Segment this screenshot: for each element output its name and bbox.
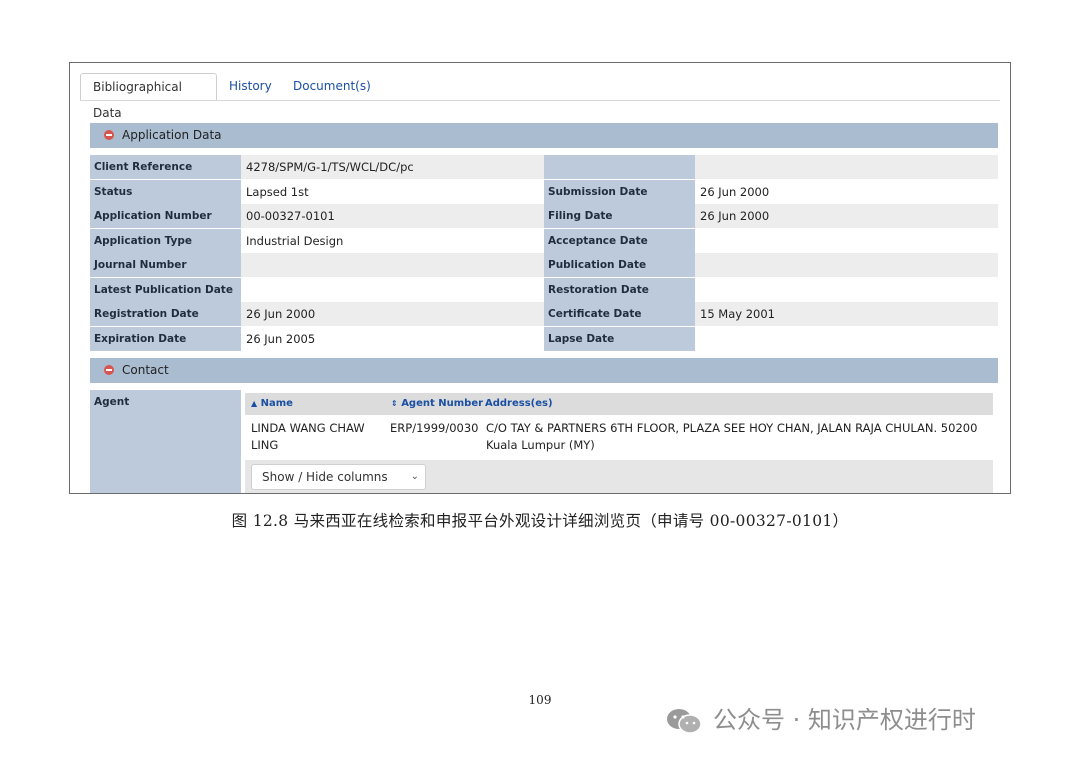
address-header[interactable]: Address(es) (485, 393, 553, 415)
field-label (544, 155, 695, 179)
field-value (241, 277, 544, 302)
collapse-icon[interactable] (104, 130, 114, 140)
tab-bar: Bibliographical Data History Document(s) (80, 73, 1010, 120)
field-label: Publication Date (544, 253, 695, 277)
field-label: Application Type (90, 228, 241, 253)
tab-bibliographical-data[interactable]: Bibliographical Data (80, 73, 217, 120)
field-label: Application Number (90, 204, 241, 228)
field-label: Expiration Date (90, 326, 241, 351)
show-hide-columns-select[interactable]: Show / Hide columns ⌄ (251, 464, 426, 490)
table-row: LINDA WANG CHAW LING ERP/1999/0030 C/O T… (245, 420, 993, 460)
table-footer: Show / Hide columns ⌄ (245, 460, 993, 493)
field-row: Status Lapsed 1st Submission Date 26 Jun… (90, 179, 998, 204)
field-label: Certificate Date (544, 302, 695, 326)
field-label: Status (90, 179, 241, 204)
field-label: Latest Publication Date (90, 277, 241, 302)
field-label: Restoration Date (544, 277, 695, 302)
application-data-header[interactable]: Application Data (90, 123, 998, 148)
sort-up-icon: ▲ (251, 399, 258, 408)
wechat-icon (667, 709, 702, 734)
field-value: 26 Jun 2000 (241, 302, 544, 326)
field-value: 26 Jun 2000 (695, 204, 998, 228)
field-value: 26 Jun 2005 (241, 326, 544, 351)
agent-address: C/O TAY & PARTNERS 6TH FLOOR, PLAZA SEE … (486, 421, 978, 452)
table-header: ▲ Name ⇕ Agent Number Address(es) (245, 393, 993, 415)
field-row: Journal Number Publication Date (90, 253, 998, 277)
section-title: Application Data (122, 128, 222, 142)
field-row: Application Number 00-00327-0101 Filing … (90, 204, 998, 228)
agent-name: LINDA WANG CHAW LING (251, 421, 365, 452)
figure-caption: 图 12.8 马来西亚在线检索和申报平台外观设计详细浏览页（申请号 00-003… (231, 512, 849, 530)
field-value (695, 326, 998, 351)
field-value: Industrial Design (241, 228, 544, 253)
collapse-icon[interactable] (104, 365, 114, 375)
agent-number: ERP/1999/0030 (390, 421, 479, 435)
field-row: Application Type Industrial Design Accep… (90, 228, 998, 253)
field-value (241, 253, 544, 277)
watermark-text: 公众号 · 知识产权进行时 (713, 706, 976, 734)
tab-history[interactable]: History (217, 73, 284, 101)
field-label: Journal Number (90, 253, 241, 277)
chevron-down-icon: ⌄ (410, 471, 419, 482)
field-value: 00-00327-0101 (241, 204, 544, 228)
field-value: 4278/SPM/G-1/TS/WCL/DC/pc (241, 155, 544, 179)
field-label: Submission Date (544, 179, 695, 204)
field-row: Registration Date 26 Jun 2000 Certificat… (90, 302, 998, 326)
field-row: Latest Publication Date Restoration Date (90, 277, 998, 302)
sort-agent-number-header[interactable]: ⇕ Agent Number (391, 393, 483, 415)
agent-table: ▲ Name ⇕ Agent Number Address(es) LINDA … (245, 390, 998, 493)
field-value (695, 228, 998, 253)
agent-label: Agent (90, 390, 241, 493)
field-row: Expiration Date 26 Jun 2005 Lapse Date (90, 326, 998, 351)
field-row: Client Reference 4278/SPM/G-1/TS/WCL/DC/… (90, 155, 998, 179)
browser-panel: Bibliographical Data History Document(s)… (69, 62, 1011, 494)
field-value: Lapsed 1st (241, 179, 544, 204)
field-value: 15 May 2001 (695, 302, 998, 326)
sort-name-header[interactable]: ▲ Name (251, 393, 293, 415)
section-title: Contact (122, 363, 169, 377)
field-label: Acceptance Date (544, 228, 695, 253)
field-label: Registration Date (90, 302, 241, 326)
field-value (695, 277, 998, 302)
tab-divider (80, 100, 1000, 101)
field-label: Lapse Date (544, 326, 695, 351)
tab-documents[interactable]: Document(s) (281, 73, 383, 101)
field-label: Filing Date (544, 204, 695, 228)
sort-icon: ⇕ (391, 399, 398, 408)
field-value: 26 Jun 2000 (695, 179, 998, 204)
contact-header[interactable]: Contact (90, 358, 998, 383)
field-value (695, 155, 998, 179)
field-label: Client Reference (90, 155, 241, 179)
field-value (695, 253, 998, 277)
